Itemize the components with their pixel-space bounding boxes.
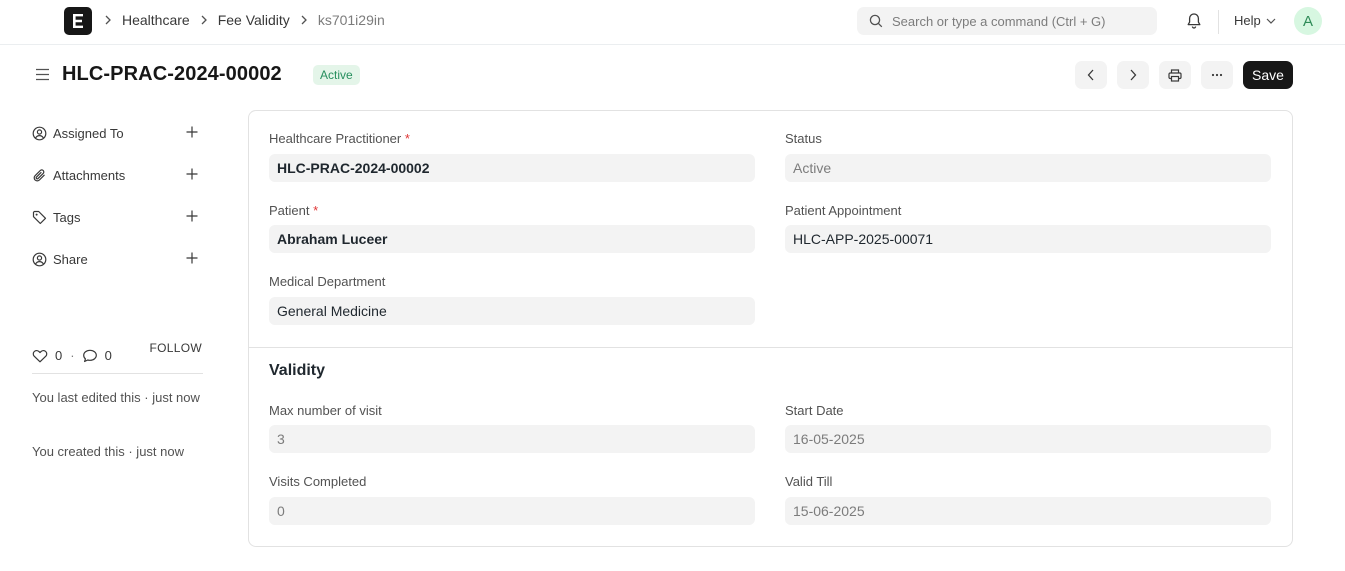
- like-comment-stats: 0 · 0 FOLLOW: [32, 338, 203, 374]
- appointment-field[interactable]: HLC-APP-2025-00071: [785, 225, 1271, 253]
- department-field[interactable]: General Medicine: [269, 297, 755, 325]
- paperclip-icon: [32, 168, 48, 183]
- notification-bell-icon[interactable]: [1186, 12, 1202, 33]
- department-label: Medical Department: [269, 274, 386, 289]
- add-attachment-plus-icon[interactable]: [186, 168, 198, 183]
- status-field[interactable]: Active: [785, 154, 1271, 182]
- heart-icon[interactable]: [32, 349, 48, 363]
- likes-count: 0: [55, 348, 63, 363]
- sidebar-item-tags[interactable]: Tags: [32, 196, 204, 238]
- ellipsis-icon: [1211, 73, 1223, 77]
- add-tag-plus-icon[interactable]: [186, 210, 198, 225]
- user-avatar[interactable]: A: [1294, 7, 1322, 35]
- validity-section-title: Validity: [269, 362, 326, 379]
- breadcrumb-healthcare[interactable]: Healthcare: [122, 12, 190, 28]
- form-sidebar: Assigned To Attachments Tags Share: [32, 112, 204, 280]
- sidebar-toggle-icon[interactable]: [35, 68, 50, 84]
- sidebar-item-attachments[interactable]: Attachments: [32, 154, 204, 196]
- chevron-right-icon: [1130, 69, 1137, 81]
- navbar-divider: [1218, 10, 1219, 34]
- last-edited-note: You last edited this · just now: [32, 390, 200, 405]
- search-icon: [869, 14, 883, 28]
- sidebar-item-label: Assigned To: [53, 125, 124, 141]
- required-marker: *: [313, 203, 319, 218]
- share-user-icon: [32, 252, 48, 267]
- max-visits-label: Max number of visit: [269, 403, 382, 418]
- comment-icon[interactable]: [82, 349, 98, 363]
- top-navbar: Healthcare Fee Validity ks701i29in Help …: [0, 0, 1345, 45]
- printer-icon: [1168, 68, 1182, 82]
- comments-count: 0: [104, 348, 112, 363]
- page-title: HLC-PRAC-2024-00002: [62, 63, 282, 85]
- add-assignee-plus-icon[interactable]: [186, 126, 198, 141]
- sidebar-item-label: Attachments: [53, 167, 126, 183]
- breadcrumb-current-doc[interactable]: ks701i29in: [318, 12, 385, 28]
- logo-e-icon: [73, 14, 83, 28]
- start-date-label: Start Date: [785, 403, 844, 418]
- patient-field[interactable]: Abraham Luceer: [269, 225, 755, 253]
- search-input[interactable]: [892, 13, 1152, 29]
- visits-completed-label: Visits Completed: [269, 474, 367, 489]
- sidebar-item-share[interactable]: Share: [32, 238, 204, 280]
- more-actions-button[interactable]: [1201, 61, 1233, 89]
- chevron-left-icon: [1087, 69, 1094, 81]
- start-date-field[interactable]: 16-05-2025: [785, 425, 1271, 453]
- search-bar[interactable]: [857, 7, 1157, 35]
- sidebar-item-label: Share: [53, 251, 88, 267]
- created-note: You created this · just now: [32, 444, 184, 459]
- next-doc-button[interactable]: [1117, 61, 1149, 89]
- patient-label: Patient *: [269, 203, 318, 218]
- breadcrumb-fee-validity[interactable]: Fee Validity: [218, 12, 290, 28]
- follow-button[interactable]: FOLLOW: [150, 341, 202, 355]
- sidebar-item-assigned-to[interactable]: Assigned To: [32, 112, 204, 154]
- print-button[interactable]: [1159, 61, 1191, 89]
- valid-till-label: Valid Till: [785, 474, 833, 489]
- max-visits-field[interactable]: 3: [269, 425, 755, 453]
- visits-completed-field[interactable]: 0: [269, 497, 755, 525]
- page-header: HLC-PRAC-2024-00002 Active Save: [0, 46, 1345, 104]
- help-label: Help: [1234, 13, 1261, 28]
- required-marker: *: [404, 131, 410, 146]
- sidebar-item-label: Tags: [53, 209, 81, 225]
- chevron-right-icon: [104, 15, 112, 25]
- assign-user-icon: [32, 126, 48, 141]
- status-badge: Active: [313, 65, 360, 85]
- section-divider: [249, 347, 1292, 348]
- form-card: Healthcare Practitioner * HLC-PRAC-2024-…: [248, 110, 1293, 547]
- valid-till-field[interactable]: 15-06-2025: [785, 497, 1271, 525]
- appointment-label: Patient Appointment: [785, 203, 902, 218]
- add-share-plus-icon[interactable]: [186, 252, 198, 267]
- practitioner-label: Healthcare Practitioner *: [269, 131, 410, 146]
- breadcrumb: Healthcare Fee Validity ks701i29in: [104, 12, 395, 28]
- chevron-down-icon: [1266, 18, 1276, 24]
- practitioner-field[interactable]: HLC-PRAC-2024-00002: [269, 154, 755, 182]
- status-label: Status: [785, 131, 822, 146]
- chevron-right-icon: [200, 15, 208, 25]
- stats-separator: ·: [70, 348, 75, 363]
- help-dropdown[interactable]: Help: [1234, 13, 1276, 28]
- chevron-right-icon: [300, 15, 308, 25]
- patient-label-text: Patient: [269, 203, 310, 218]
- practitioner-label-text: Healthcare Practitioner: [269, 131, 402, 146]
- save-button[interactable]: Save: [1243, 61, 1293, 89]
- app-logo[interactable]: [64, 7, 92, 35]
- previous-doc-button[interactable]: [1075, 61, 1107, 89]
- tag-icon: [32, 210, 48, 225]
